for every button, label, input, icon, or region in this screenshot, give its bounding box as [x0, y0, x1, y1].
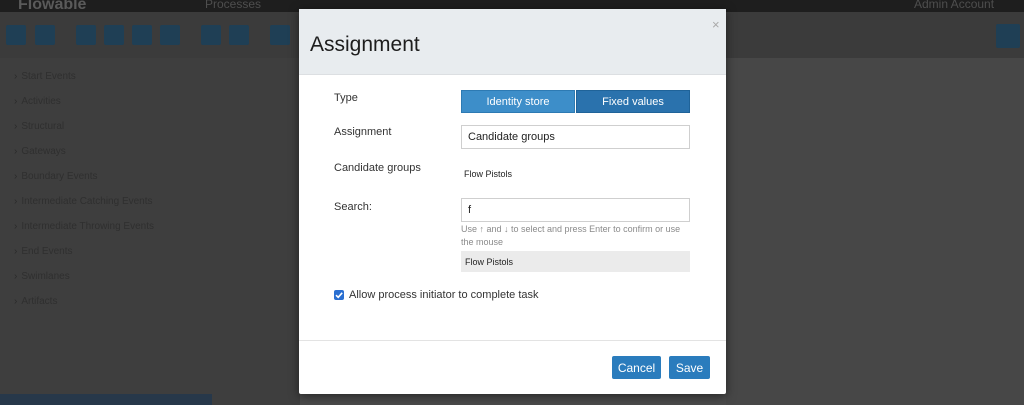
- delete-icon: [160, 25, 180, 45]
- shape-palette: › Start Events › Activities › Structural › G…: [0, 58, 300, 405]
- palette-item: › Intermediate Throwing Events: [14, 221, 155, 232]
- palette-item: › End Events: [14, 246, 73, 257]
- initiator-complete-row: Allow process initiator to complete task: [334, 289, 539, 301]
- modal-footer-divider: [299, 340, 726, 341]
- assignment-label: Assignment: [334, 126, 392, 138]
- modal-title: Assignment: [310, 33, 420, 56]
- identity-store-button[interactable]: Identity store: [461, 90, 575, 113]
- undo-icon: [201, 25, 221, 45]
- modal-header: Assignment ×: [299, 9, 726, 75]
- candidate-groups-label: Candidate groups: [334, 162, 421, 174]
- palette-item: › Artifacts: [14, 296, 58, 307]
- user-menu: Admin Account: [914, 0, 995, 11]
- palette-item: › Structural: [14, 121, 65, 132]
- copy-icon: [104, 25, 124, 45]
- nav-processes: Processes: [205, 0, 262, 11]
- cancel-button[interactable]: Cancel: [612, 356, 661, 379]
- cut-icon: [76, 25, 96, 45]
- validate-icon: [35, 25, 55, 45]
- search-result-item[interactable]: Flow Pistols: [461, 251, 690, 272]
- type-toggle: Identity store Fixed values: [461, 90, 690, 113]
- search-label: Search:: [334, 201, 372, 213]
- initiator-complete-checkbox[interactable]: [334, 290, 344, 300]
- paste-icon: [132, 25, 152, 45]
- fixed-values-button[interactable]: Fixed values: [576, 90, 690, 113]
- close-editor-icon: [996, 24, 1020, 48]
- save-model-icon: [6, 25, 26, 45]
- initiator-complete-label: Allow process initiator to complete task: [349, 289, 539, 301]
- search-hint: Use ↑ and ↓ to select and press Enter to…: [461, 224, 681, 247]
- align-icon: [270, 25, 290, 45]
- palette-item: › Gateways: [14, 146, 66, 157]
- redo-icon: [229, 25, 249, 45]
- properties-panel: [726, 58, 1024, 405]
- palette-item: › Start Events: [14, 71, 76, 82]
- save-button[interactable]: Save: [669, 356, 710, 379]
- close-icon[interactable]: ×: [712, 18, 720, 31]
- checkmark-icon: [335, 292, 343, 299]
- search-input[interactable]: f: [461, 198, 690, 222]
- palette-item: › Intermediate Catching Events: [14, 196, 153, 207]
- type-label: Type: [334, 92, 358, 104]
- candidate-group-value: Flow Pistols: [464, 169, 513, 179]
- palette-item: › Activities: [14, 96, 61, 107]
- palette-footer: [0, 394, 212, 405]
- palette-item: › Swimlanes: [14, 271, 70, 282]
- assignment-select[interactable]: Candidate groups: [461, 125, 690, 149]
- palette-item: › Boundary Events: [14, 171, 98, 182]
- assignment-modal: Assignment × Type Identity store Fixed v…: [299, 9, 726, 394]
